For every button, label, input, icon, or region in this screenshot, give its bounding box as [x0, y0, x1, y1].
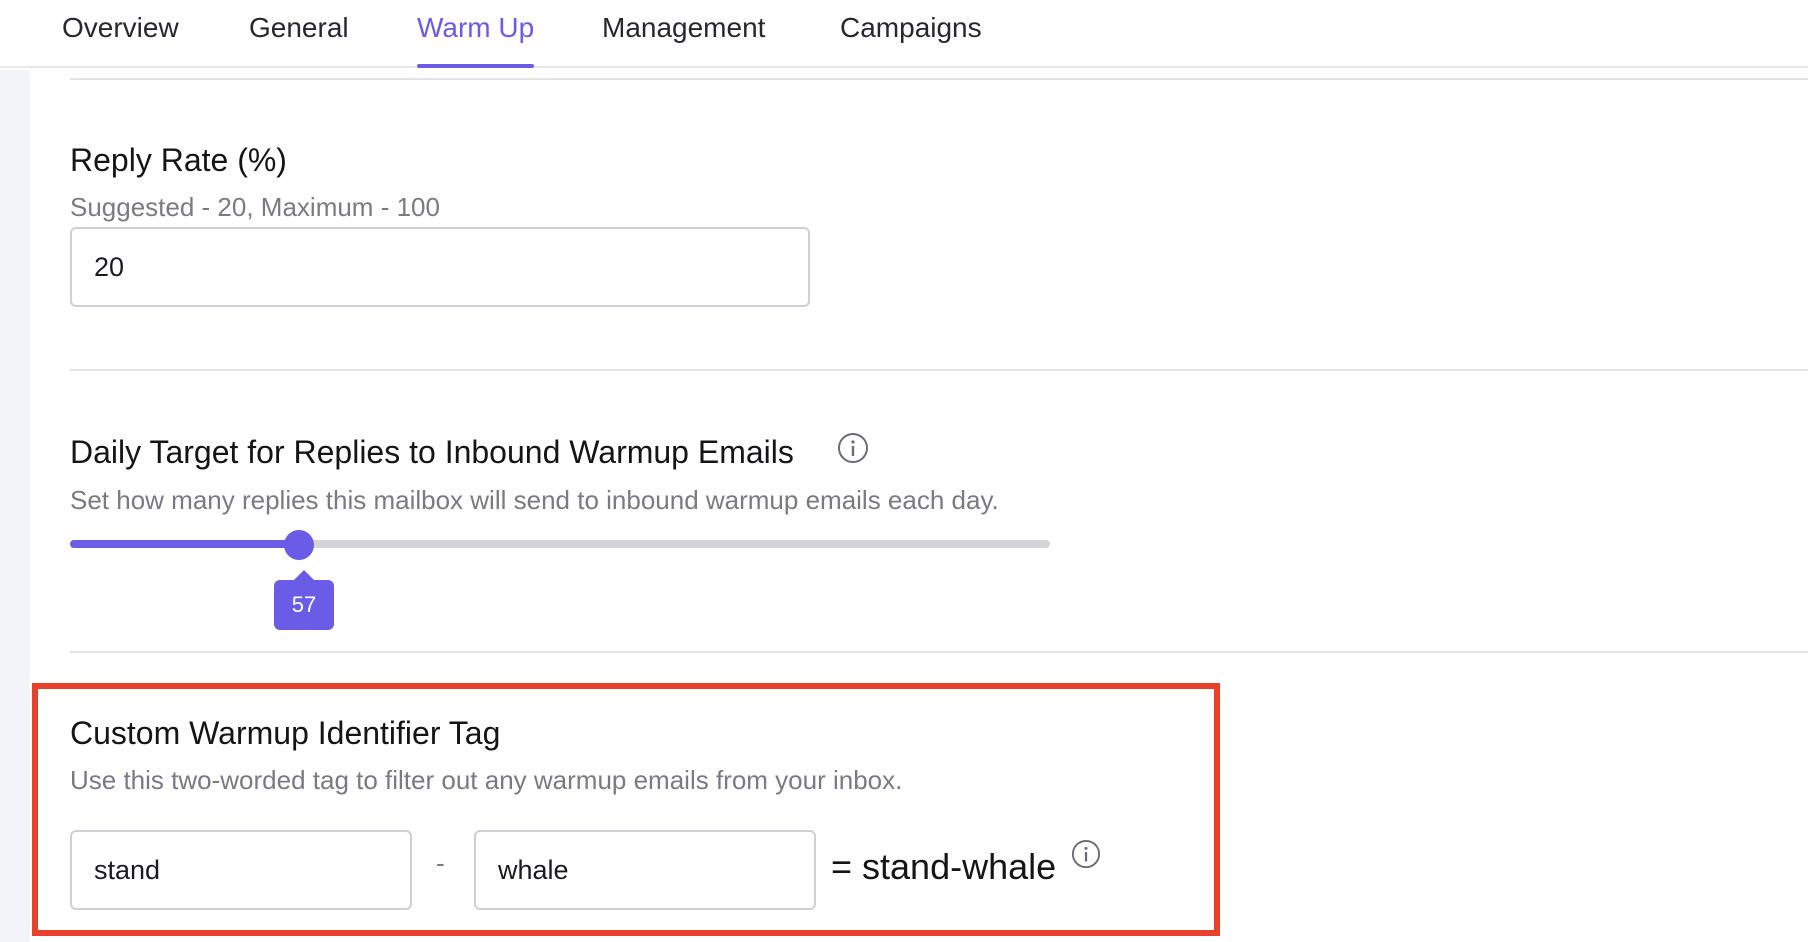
tag-result: = stand-whale	[831, 846, 1057, 887]
tab-overview[interactable]: Overview	[62, 12, 179, 68]
daily-target-slider-track[interactable]	[70, 540, 1050, 548]
section-divider	[70, 78, 1808, 80]
left-gutter	[0, 70, 30, 942]
section-divider	[70, 651, 1808, 653]
daily-target-slider-handle[interactable]	[284, 530, 314, 560]
tab-campaigns[interactable]: Campaigns	[840, 12, 982, 68]
tag-first-word-input[interactable]: stand	[70, 830, 412, 910]
custom-tag-title: Custom Warmup Identifier Tag	[70, 715, 501, 751]
tag-separator: -	[436, 848, 445, 878]
tag-second-word-input[interactable]: whale	[474, 830, 816, 910]
daily-target-description: Set how many replies this mailbox will s…	[70, 485, 999, 515]
reply-rate-hint: Suggested - 20, Maximum - 100	[70, 192, 440, 222]
reply-rate-title: Reply Rate (%)	[70, 142, 287, 178]
tab-warm-up-label: Warm Up	[417, 12, 535, 43]
slider-value-tooltip: 57	[274, 570, 334, 630]
tab-warm-up[interactable]: Warm Up	[417, 12, 535, 68]
tag-second-word-value: whale	[498, 854, 569, 885]
info-icon[interactable]	[1071, 839, 1101, 869]
tab-management[interactable]: Management	[602, 12, 765, 68]
active-tab-indicator	[417, 64, 535, 68]
custom-tag-description: Use this two-worded tag to filter out an…	[70, 765, 903, 795]
reply-rate-input[interactable]: 20	[70, 227, 810, 307]
tag-first-word-value: stand	[94, 854, 161, 885]
section-divider	[70, 369, 1808, 371]
reply-rate-value: 20	[94, 251, 125, 282]
daily-target-title: Daily Target for Replies to Inbound Warm…	[70, 434, 794, 470]
warmup-settings-page: Overview General Warm Up Management Camp…	[0, 0, 1808, 942]
slider-fill	[70, 540, 301, 548]
tab-general[interactable]: General	[249, 12, 349, 68]
info-icon[interactable]	[837, 432, 869, 464]
tab-bar: Overview General Warm Up Management Camp…	[0, 0, 1808, 68]
